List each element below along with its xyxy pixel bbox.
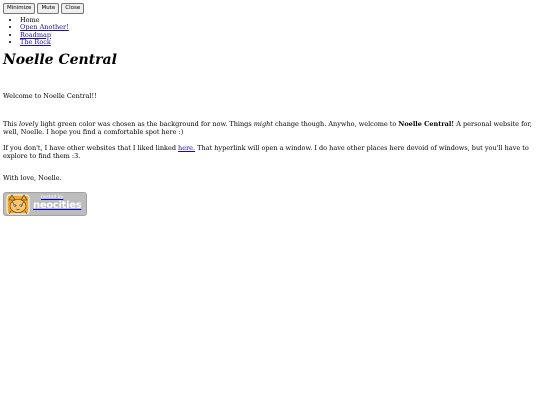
- intro-emphasis-lovely: lovely: [19, 119, 39, 128]
- nav-link-the-rock[interactable]: The Rock: [20, 38, 51, 46]
- welcome-text: Welcome to Noelle Central!!: [3, 91, 97, 100]
- badge-neocities: neocities: [33, 199, 82, 211]
- nav-item-roadmap: Roadmap: [20, 31, 537, 39]
- mute-button[interactable]: Mute: [37, 3, 60, 14]
- neocities-cat-icon: [6, 194, 30, 215]
- nav-item-open-another: Open Another!: [20, 23, 537, 31]
- intro-text-2: light green color was chosen as the back…: [38, 119, 254, 128]
- intro-text-1: This: [3, 119, 20, 128]
- intro-paragraph: This lovely light green color was chosen…: [3, 120, 537, 136]
- intro-text-3: change though. Anywho, welcome to: [272, 119, 399, 128]
- nav-item-the-rock: The Rock: [20, 38, 537, 46]
- links-text-1: If you don't, I have other websites that…: [3, 144, 179, 153]
- badge-text: hosted by neocities: [33, 196, 82, 211]
- links-paragraph: If you don't, I have other websites that…: [3, 144, 537, 160]
- nav-list: Home Open Another! Roadmap The Rock: [3, 16, 537, 47]
- minimize-button[interactable]: Minimize: [3, 3, 36, 14]
- here-link[interactable]: here.: [178, 144, 195, 152]
- window-controls: Minimize Mute Close: [3, 3, 537, 14]
- page: Minimize Mute Close Home Open Another! R…: [0, 0, 540, 216]
- signoff-text: With love, Noelle.: [3, 174, 62, 183]
- nav-item-home: Home: [20, 16, 537, 24]
- page-title: Noelle Central: [3, 52, 117, 69]
- intro-strong-site-name: Noelle Central!: [398, 119, 455, 128]
- neocities-badge[interactable]: hosted by neocities: [3, 191, 87, 216]
- intro-emphasis-might: might: [253, 119, 273, 128]
- close-button[interactable]: Close: [61, 3, 85, 14]
